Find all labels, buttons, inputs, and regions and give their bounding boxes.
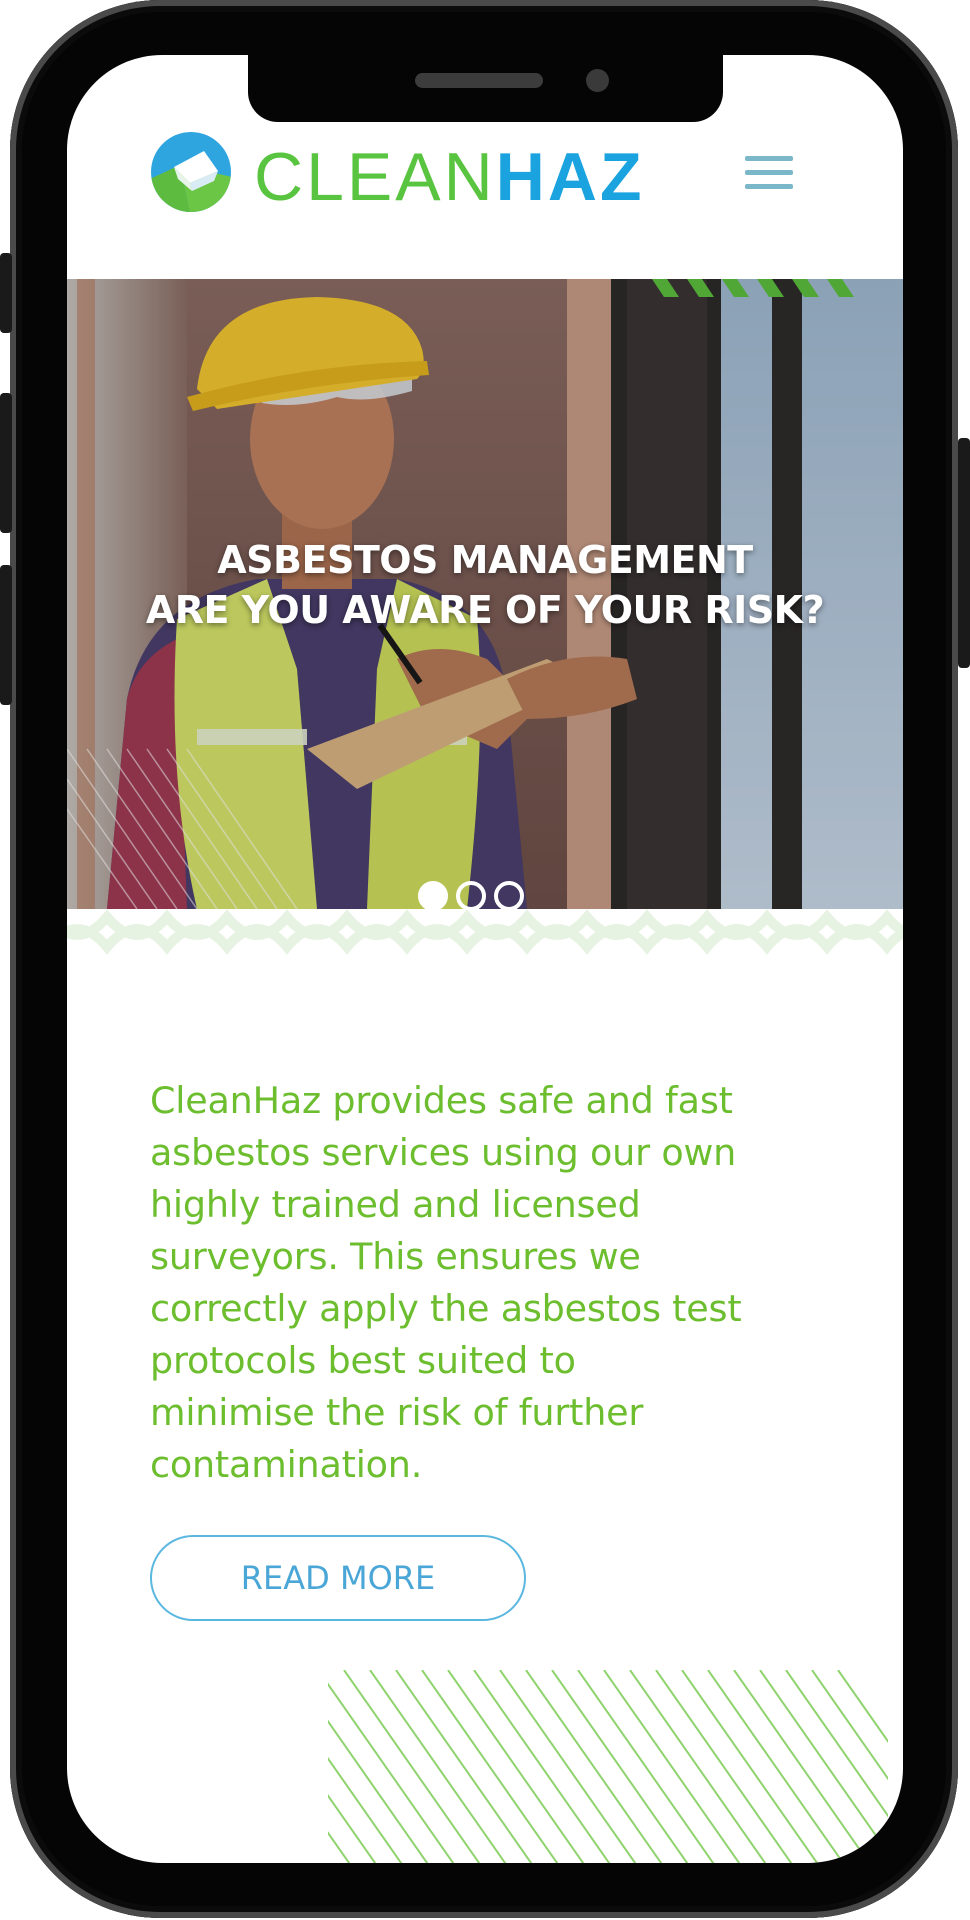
intro-line: contamination. (150, 1443, 423, 1486)
intro-paragraph: CleanHaz provides safe and fast asbestos… (150, 1075, 850, 1491)
intro-line: correctly apply the asbestos test (150, 1287, 742, 1330)
slider-dot-1[interactable] (418, 881, 448, 909)
power-button (958, 438, 970, 668)
hamburger-menu-icon[interactable] (745, 156, 793, 190)
intro-line: minimise the risk of further (150, 1391, 644, 1434)
brand-name-clean: CLEAN (254, 139, 496, 215)
intro-line: CleanHaz provides safe and fast (150, 1079, 733, 1122)
front-camera (586, 69, 609, 92)
speaker-grille (415, 73, 543, 88)
phone-screen: CLEANHAZ ASBESTOS MANAGEMENT ARE YOU AWA… (67, 55, 903, 1863)
brand-logo[interactable]: CLEANHAZ (254, 137, 645, 217)
hero-title: ASBESTOS MANAGEMENT ARE YOU AWARE OF YOU… (67, 535, 903, 635)
menu-bar (745, 156, 793, 161)
hero-title-line: ARE YOU AWARE OF YOUR RISK? (145, 588, 825, 632)
brand-name-haz: HAZ (495, 139, 645, 215)
slider-dot-2[interactable] (456, 881, 486, 909)
intro-line: asbestos services using our own (150, 1131, 737, 1174)
menu-bar (745, 170, 793, 175)
volume-up-button (0, 393, 12, 533)
hero-slider[interactable]: ASBESTOS MANAGEMENT ARE YOU AWARE OF YOU… (67, 279, 903, 909)
volume-down-button (0, 565, 12, 705)
decorative-pattern (67, 909, 903, 955)
intro-line: highly trained and licensed (150, 1183, 641, 1226)
mute-switch (0, 253, 12, 333)
logo-icon[interactable] (150, 131, 232, 213)
read-more-button[interactable]: READ MORE (150, 1535, 526, 1621)
decorative-stripes (328, 1670, 888, 1863)
menu-bar (745, 184, 793, 189)
intro-line: protocols best suited to (150, 1339, 576, 1382)
hero-title-line: ASBESTOS MANAGEMENT (217, 538, 753, 582)
slider-dot-3[interactable] (494, 881, 524, 909)
phone-notch (248, 55, 723, 122)
slider-pagination (418, 881, 524, 909)
intro-line: surveyors. This ensures we (150, 1235, 641, 1278)
